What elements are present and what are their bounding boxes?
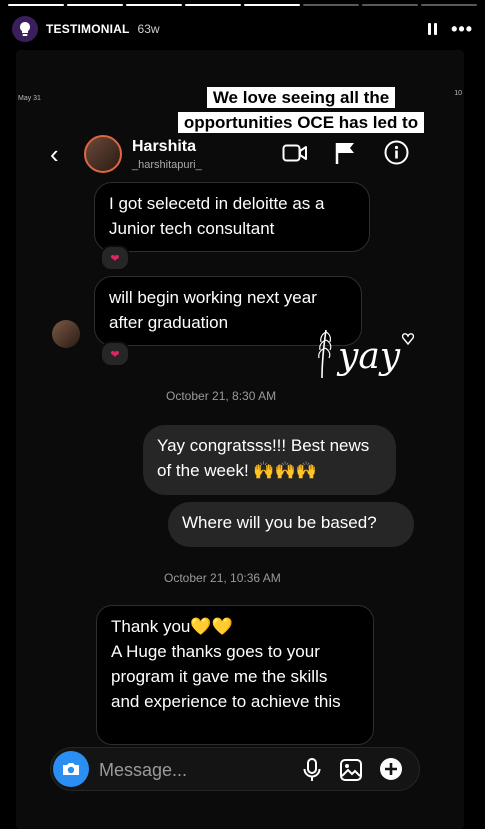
story-header: TESTIMONIAL 63w ••• [12,14,473,44]
pause-icon[interactable] [428,23,438,35]
story-content: May 31 10 We love seeing all the opportu… [16,50,464,829]
caption-line-1: We love seeing all the [206,87,396,108]
info-icon[interactable] [384,140,409,165]
story-caption: We love seeing all the opportunities OCE… [171,85,431,135]
gallery-icon[interactable] [339,758,363,782]
caption-line-2: opportunities OCE has led to [177,112,425,133]
timestamp: October 21, 10:36 AM [164,571,281,585]
yay-sticker-text: yay [336,336,401,377]
progress-segment [185,4,241,6]
lightbulb-icon [20,22,31,36]
contact-avatar[interactable] [84,135,122,173]
status-date: May 31 [18,95,41,102]
yay-sticker: yay [318,329,415,379]
progress-segment [244,4,300,6]
story-account-avatar[interactable] [12,16,38,42]
progress-segment [303,4,359,6]
video-call-icon[interactable] [282,143,308,163]
flag-icon[interactable] [334,141,356,165]
story-time-ago: 63w [137,22,160,36]
story-progress-bar [8,4,477,6]
chat-header: ‹ Harshita _harshitapuri_ [16,135,464,177]
heart-reaction-icon[interactable]: ❤ [100,341,130,367]
camera-button[interactable] [53,751,89,787]
message-composer [50,747,420,791]
contact-name[interactable]: Harshita [132,138,196,156]
story-account-name[interactable]: TESTIMONIAL [46,22,130,36]
back-icon[interactable]: ‹ [50,141,59,167]
timestamp: October 21, 8:30 AM [166,389,277,403]
more-options-icon[interactable]: ••• [451,20,473,38]
progress-segment [362,4,418,6]
heart-reaction-icon[interactable]: ❤ [100,245,130,271]
message-input[interactable] [97,756,281,784]
progress-segment [126,4,182,6]
contact-username: _harshitapuri_ [132,159,202,171]
received-message: I got selecetd in deloitte as a Junior t… [94,182,370,252]
camera-icon [63,763,79,775]
sent-message: Where will you be based? [168,502,414,547]
progress-segment [8,4,64,6]
progress-segment [421,4,477,6]
sender-avatar [52,320,80,348]
sent-message: Yay congratsss!!! Best news of the week!… [143,425,396,495]
microphone-icon[interactable] [302,758,322,782]
add-icon[interactable] [379,757,403,781]
received-message: Thank you💛💛 A Huge thanks goes to your p… [96,605,374,745]
progress-segment [67,4,123,6]
status-indicator: 10 [454,90,462,97]
